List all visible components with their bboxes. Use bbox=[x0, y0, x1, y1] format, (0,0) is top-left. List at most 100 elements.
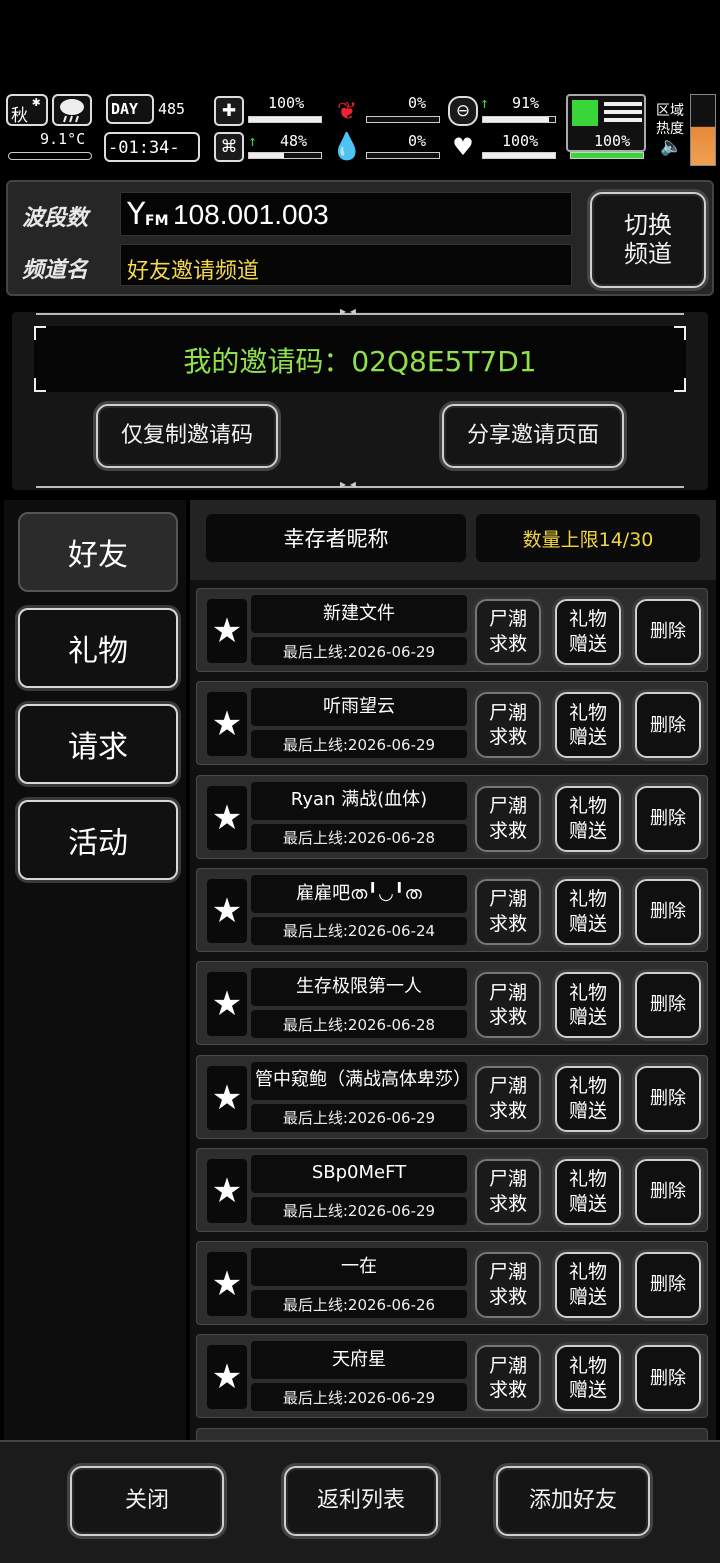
last-online: 最后上线:2026-06-28 bbox=[251, 823, 467, 852]
channel-value: 好友邀请频道 bbox=[127, 259, 260, 284]
brain-pct: 48% bbox=[280, 132, 308, 150]
tab-requests[interactable]: 请求 bbox=[18, 704, 178, 784]
send-gift-button[interactable]: 礼物 赠送 bbox=[555, 1345, 621, 1412]
zombie-sos-button[interactable]: 尸潮 求救 bbox=[475, 785, 541, 852]
blood-drop-icon: 💧 bbox=[330, 132, 364, 162]
add-friend-button[interactable]: 添加好友 bbox=[496, 1466, 650, 1536]
delete-friend-button[interactable]: 删除 bbox=[635, 972, 701, 1039]
health-bar bbox=[248, 116, 322, 123]
friend-name: Ryan 满战(血体) bbox=[251, 781, 467, 820]
list-header: 幸存者昵称 数量上限14/30 bbox=[190, 500, 716, 580]
season-box: 秋 ✱ bbox=[6, 94, 48, 126]
weather-snow-icon: ✱ bbox=[32, 94, 41, 110]
send-gift-button[interactable]: 礼物 赠送 bbox=[555, 878, 621, 945]
zombie-sos-button[interactable]: 尸潮 求救 bbox=[475, 972, 541, 1039]
zombie-sos-button[interactable]: 尸潮 求救 bbox=[475, 1158, 541, 1225]
zombie-sos-button[interactable]: 尸潮 求救 bbox=[475, 1345, 541, 1412]
bottom-bar: 关闭 返利列表 添加好友 bbox=[0, 1440, 720, 1563]
nickname-column-header: 幸存者昵称 bbox=[206, 514, 466, 562]
pill-bar bbox=[482, 116, 556, 123]
heart-pct: 100% bbox=[502, 132, 539, 150]
table-row: ★ Ryan 满战(血体) 最后上线:2026-06-28 尸潮 求救 礼物 赠送 删除 bbox=[196, 774, 708, 859]
delete-friend-button[interactable]: 删除 bbox=[635, 878, 701, 945]
temperature-value: 9.1°C bbox=[40, 130, 86, 148]
zombie-sos-button[interactable]: 尸潮 求救 bbox=[475, 599, 541, 665]
favorite-star-icon[interactable]: ★ bbox=[207, 1345, 247, 1410]
switch-channel-button[interactable]: 切换 频道 bbox=[590, 192, 706, 288]
favorite-star-icon[interactable]: ★ bbox=[207, 1252, 247, 1317]
close-button[interactable]: 关闭 bbox=[70, 1466, 224, 1536]
stamina-pct: 100% bbox=[594, 132, 631, 150]
divider-top bbox=[36, 313, 684, 315]
divider-arrows-icon: ▸ ◂ bbox=[340, 304, 356, 318]
day-badge: DAY bbox=[106, 94, 154, 124]
share-page-button[interactable]: 分享邀请页面 bbox=[442, 404, 624, 468]
send-gift-button[interactable]: 礼物 赠送 bbox=[555, 692, 621, 759]
channel-label: 频道名 bbox=[22, 258, 89, 283]
day-label: DAY bbox=[111, 100, 139, 118]
pill-up-arrow-icon: ↑ bbox=[480, 94, 490, 112]
delete-friend-button[interactable]: 删除 bbox=[635, 1158, 701, 1225]
zombie-sos-button[interactable]: 尸潮 求救 bbox=[475, 1065, 541, 1132]
send-gift-button[interactable]: 礼物 赠送 bbox=[555, 785, 621, 852]
table-row: ★ 管中窥鲍（满战高体卑莎） 最后上线:2026-06-29 尸潮 求救 礼物 赠送 删除 bbox=[196, 1054, 708, 1139]
speaker-icon[interactable]: 🔈 bbox=[660, 136, 682, 157]
delete-friend-button[interactable]: 删除 bbox=[635, 1065, 701, 1132]
health-pct: 100% bbox=[268, 94, 305, 112]
favorite-star-icon[interactable]: ★ bbox=[207, 692, 247, 757]
zombie-sos-button[interactable]: 尸潮 求救 bbox=[475, 1252, 541, 1319]
table-row: ★ 一在 最后上线:2026-06-26 尸潮 求救 礼物 赠送 删除 bbox=[196, 1241, 708, 1326]
zombie-sos-button[interactable]: 尸潮 求救 bbox=[475, 692, 541, 759]
last-online: 最后上线:2026-06-26 bbox=[251, 1290, 467, 1319]
brain-icon: ⌘ bbox=[214, 132, 244, 162]
side-tabs: 好友 礼物 请求 活动 bbox=[4, 500, 186, 1440]
favorite-star-icon[interactable]: ★ bbox=[207, 972, 247, 1037]
send-gift-button[interactable]: 礼物 赠送 bbox=[555, 1252, 621, 1319]
delete-friend-button[interactable]: 删除 bbox=[635, 1345, 701, 1412]
friend-limit: 数量上限14/30 bbox=[476, 514, 700, 562]
send-gift-button[interactable]: 礼物 赠送 bbox=[555, 599, 621, 665]
delete-friend-button[interactable]: 删除 bbox=[635, 599, 701, 665]
favorite-star-icon[interactable]: ★ bbox=[207, 878, 247, 943]
friend-name: SBp0MeFT bbox=[251, 1154, 467, 1193]
delete-friend-button[interactable]: 删除 bbox=[635, 785, 701, 852]
heart-bar bbox=[482, 152, 556, 159]
delete-friend-button[interactable]: 删除 bbox=[635, 692, 701, 759]
friend-name: 听雨望云 bbox=[251, 688, 467, 727]
send-gift-button[interactable]: 礼物 赠送 bbox=[555, 972, 621, 1039]
last-online: 最后上线:2026-06-29 bbox=[251, 730, 467, 759]
heart-icon: ♥ bbox=[452, 133, 474, 161]
band-value: 108.001.003 bbox=[173, 199, 329, 230]
zombie-sos-button[interactable]: 尸潮 求救 bbox=[475, 878, 541, 945]
friend-name: 雇雇吧ത╹◡╹ത bbox=[251, 874, 467, 913]
temperature-box: 9.1°C bbox=[6, 130, 92, 164]
table-row: ★ 天府星 最后上线:2026-06-29 尸潮 求救 礼物 赠送 删除 bbox=[196, 1334, 708, 1419]
friend-list[interactable]: ★ 新建文件 最后上线:2026-06-29 尸潮 求救 礼物 赠送 删除 ★ 听雨望云 最后上… bbox=[190, 580, 716, 1440]
copy-code-button[interactable]: 仅复制邀请码 bbox=[96, 404, 278, 468]
channel-field: 好友邀请频道 bbox=[120, 244, 572, 286]
pill-icon: ⊖ bbox=[448, 96, 478, 126]
last-online: 最后上线:2026-06-29 bbox=[251, 637, 467, 665]
send-gift-button[interactable]: 礼物 赠送 bbox=[555, 1065, 621, 1132]
friend-name: 生存极限第一人 bbox=[251, 968, 467, 1007]
favorite-star-icon[interactable]: ★ bbox=[207, 1065, 247, 1130]
delete-friend-button[interactable]: 删除 bbox=[635, 1252, 701, 1319]
favorite-star-icon[interactable]: ★ bbox=[207, 1158, 247, 1223]
divider-bottom bbox=[36, 486, 684, 488]
divider-arrows-icon: ▸ ◂ bbox=[340, 477, 356, 491]
rebate-list-button[interactable]: 返利列表 bbox=[284, 1466, 438, 1536]
last-online: 最后上线:2026-06-28 bbox=[251, 1010, 467, 1039]
tab-gifts[interactable]: 礼物 bbox=[18, 608, 178, 688]
send-gift-button[interactable]: 礼物 赠送 bbox=[555, 1158, 621, 1225]
tab-friends[interactable]: 好友 bbox=[18, 512, 178, 592]
stomach-icon: ❦ bbox=[336, 97, 358, 125]
favorite-star-icon[interactable]: ★ bbox=[207, 785, 247, 850]
last-online: 最后上线:2026-06-24 bbox=[251, 916, 467, 945]
favorite-star-icon[interactable]: ★ bbox=[207, 599, 247, 663]
brain-bar bbox=[248, 152, 322, 159]
zone-label: 区域 bbox=[656, 103, 684, 119]
season-label: 秋 bbox=[11, 106, 28, 126]
heat-label: 热度 bbox=[656, 121, 684, 137]
list-item bbox=[196, 1428, 708, 1440]
tab-events[interactable]: 活动 bbox=[18, 800, 178, 880]
